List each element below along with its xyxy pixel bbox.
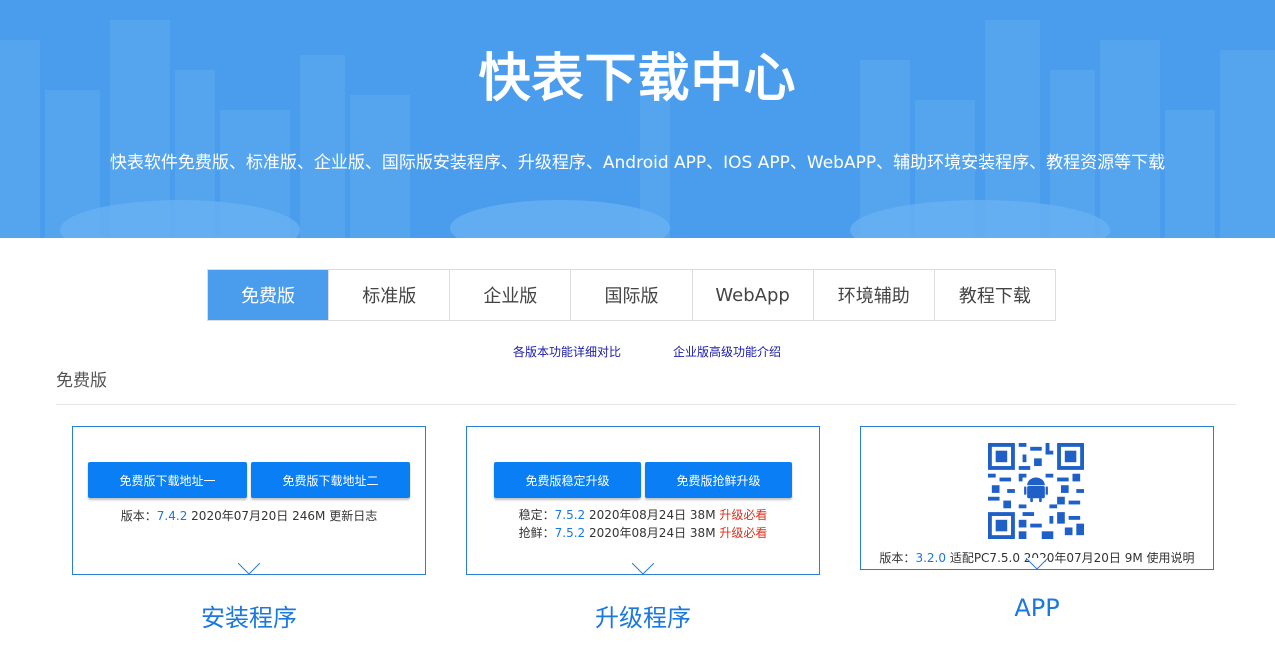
upgrade-card: 免费版稳定升级 免费版抢鲜升级 稳定：7.5.2 2020年08月24日 38M… [466,426,820,575]
tab-tutorials[interactable]: 教程下载 [934,270,1055,320]
feature-links: 各版本功能详细对比 企业版高级功能介绍 [0,343,1275,359]
card-pointer [632,563,654,575]
app-version[interactable]: 3.2.0 [915,551,946,565]
stable-upgrade-button[interactable]: 免费版稳定升级 [494,462,641,498]
qr-code [988,443,1084,539]
app-label: APP [1014,594,1060,622]
app-card: 版本：3.2.0 适配PC7.5.0 2020年07月20日 9M 使用说明 [860,426,1214,570]
tab-international[interactable]: 国际版 [571,270,693,320]
upgrade-label: 升级程序 [595,604,691,632]
card-pointer [1026,558,1048,570]
enterprise-features-link[interactable]: 企业版高级功能介绍 [673,343,781,360]
hero-banner: 快表下载中心 快表软件免费版、标准版、企业版、国际版安装程序、升级程序、Andr… [0,0,1275,238]
stable-info: 稳定：7.5.2 2020年08月24日 38M 升级必看 [518,508,768,522]
tab-standard[interactable]: 标准版 [329,270,451,320]
beta-upgrade-button[interactable]: 免费版抢鲜升级 [645,462,792,498]
tab-webapp[interactable]: WebApp [692,270,814,320]
install-card: 免费版下载地址一 免费版下载地址二 版本：7.4.2 2020年07月20日 2… [72,426,426,575]
changelog-link[interactable]: 更新日志 [329,509,377,523]
install-label: 安装程序 [201,604,297,632]
app-guide-link[interactable]: 使用说明 [1147,551,1195,565]
section-divider [56,404,1236,405]
page-subtitle: 快表软件免费版、标准版、企业版、国际版安装程序、升级程序、Android APP… [109,153,1166,173]
edition-tabs: 免费版 标准版 企业版 国际版 WebApp 环境辅助 教程下载 [207,269,1056,321]
download-link-2-button[interactable]: 免费版下载地址二 [251,462,410,498]
stable-notes-link[interactable]: 升级必看 [719,508,767,522]
beta-notes-link[interactable]: 升级必看 [719,526,767,540]
card-pointer [238,563,260,575]
install-version[interactable]: 7.4.2 [157,509,188,523]
install-version-info: 版本：7.4.2 2020年07月20日 246M 更新日志 [120,509,378,523]
beta-info: 抢鲜：7.5.2 2020年08月24日 38M 升级必看 [518,526,768,540]
section-title: 免费版 [56,371,107,391]
compare-link[interactable]: 各版本功能详细对比 [513,343,621,360]
page-title: 快表下载中心 [478,49,797,109]
tab-enterprise[interactable]: 企业版 [450,270,572,320]
download-link-1-button[interactable]: 免费版下载地址一 [88,462,247,498]
tab-free[interactable]: 免费版 [208,270,330,320]
tab-environment[interactable]: 环境辅助 [813,270,935,320]
